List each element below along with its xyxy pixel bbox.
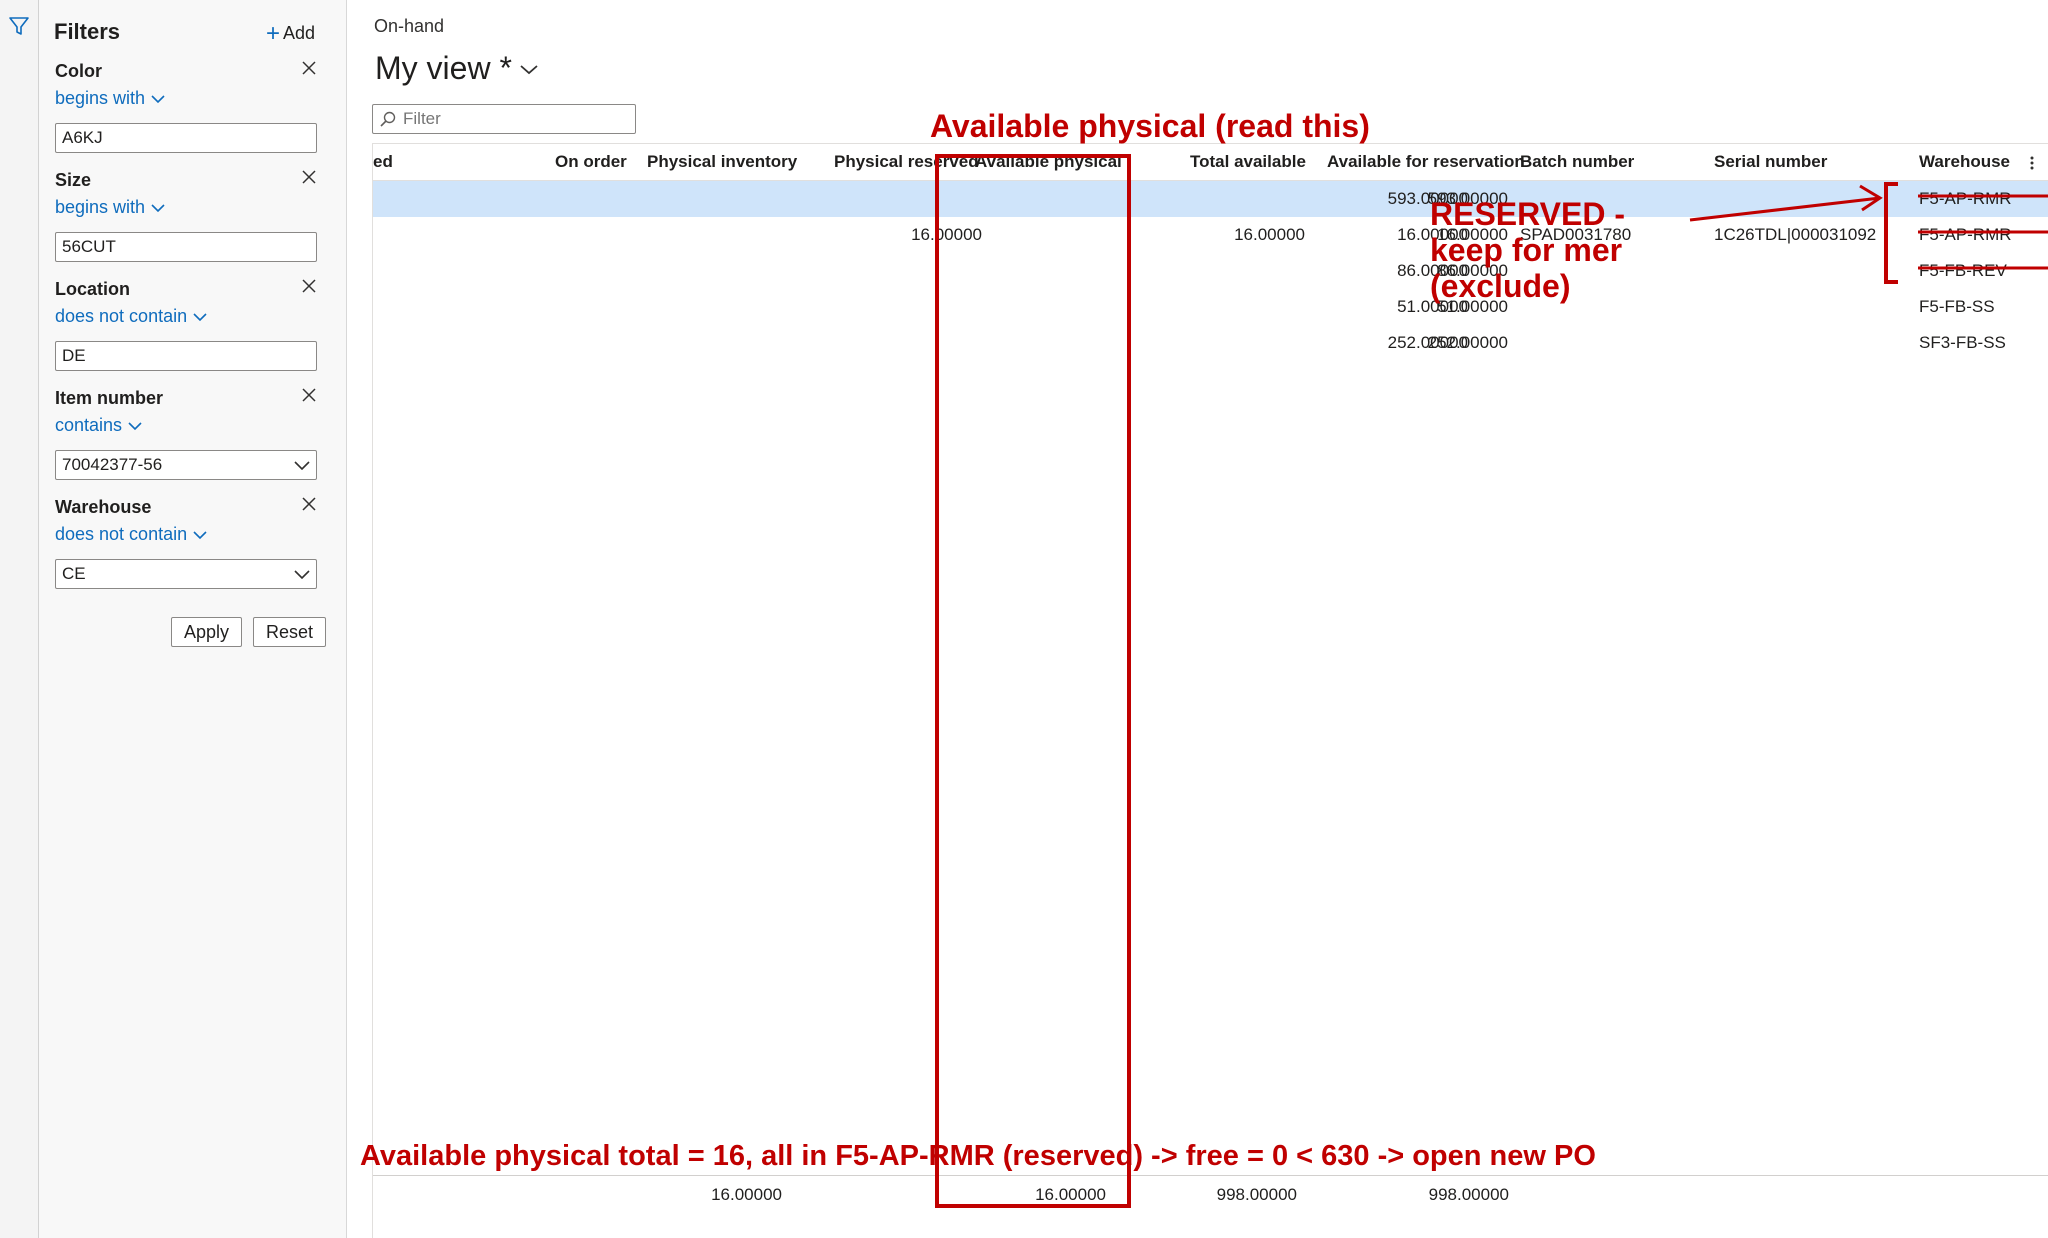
location-filter-input[interactable]: [55, 341, 317, 371]
annotation-bottom-note: Available physical total = 16, all in F5…: [360, 1140, 1596, 1172]
total-available-for-reservation: 998.00000: [1428, 1185, 1509, 1204]
size-filter-input[interactable]: [55, 232, 317, 262]
warehouse-filter-select[interactable]: CE: [55, 559, 317, 589]
table-row[interactable]: 51.00000 51.00000 F5-FB-SS: [373, 289, 2048, 325]
search-icon: [380, 111, 396, 127]
table-row[interactable]: 593.00000 593.00000 F5-AP-RMR: [373, 181, 2048, 217]
totals-divider: [373, 1175, 2048, 1176]
table-row[interactable]: 86.00000 86.00000 F5-FB-REV: [373, 253, 2048, 289]
cell-warehouse: F5-FB-SS: [1919, 297, 1995, 316]
filter-label-color: Color: [55, 61, 102, 81]
column-header-physical-inventory[interactable]: Physical inventory: [647, 152, 797, 172]
view-selector[interactable]: My view *: [375, 50, 538, 87]
page-title: My view *: [375, 50, 512, 86]
filter-label-size: Size: [55, 170, 92, 190]
filter-label-item-number: Item number: [55, 388, 164, 408]
close-icon[interactable]: [301, 387, 317, 403]
filter-operator-size[interactable]: begins with: [55, 197, 165, 218]
annotation-available-physical: Available physical (read this): [930, 108, 1370, 144]
column-header-available-physical[interactable]: Available physical: [975, 152, 1122, 172]
filter-label-warehouse: Warehouse: [55, 497, 152, 517]
chevron-down-icon: [294, 570, 310, 579]
cell-warehouse: F5-FB-REV: [1919, 261, 2007, 280]
annotation-reserved-line: (exclude): [1430, 268, 1571, 304]
chevron-down-icon: [294, 461, 310, 470]
chevron-down-icon: [193, 312, 207, 321]
chevron-down-icon: [151, 203, 165, 212]
total-total-available: 998.00000: [1216, 1185, 1297, 1204]
annotation-reserved-note: RESERVED - keep for mer (exclude): [1430, 196, 1625, 304]
cell-available-for-reservation: 252.00000: [1427, 333, 1508, 352]
chevron-down-icon: [193, 530, 207, 539]
close-icon[interactable]: [301, 60, 317, 76]
column-header-total-available[interactable]: Total available: [1190, 152, 1306, 172]
apply-button[interactable]: Apply: [171, 617, 243, 647]
filters-title: Filters: [54, 19, 121, 44]
filter-operator-label: begins with: [55, 197, 146, 217]
filter-operator-label: does not contain: [55, 524, 188, 544]
chevron-down-icon: [151, 94, 165, 103]
cell-serial-number: 1C26TDL|000031092: [1714, 225, 1877, 244]
chevron-down-icon: [520, 64, 538, 74]
filter-operator-location[interactable]: does not contain: [55, 306, 207, 327]
column-header-warehouse[interactable]: Warehouse: [1919, 152, 2010, 172]
annotation-reserved-line: RESERVED -: [1430, 196, 1626, 232]
plus-icon: +: [266, 20, 281, 47]
reset-button[interactable]: Reset: [253, 617, 327, 647]
add-filter-button[interactable]: + Add: [266, 20, 315, 48]
filter-operator-warehouse[interactable]: does not contain: [55, 524, 207, 545]
filter-operator-label: does not contain: [55, 306, 188, 326]
grid-filter-box[interactable]: [372, 104, 636, 134]
breadcrumb: On-hand: [374, 16, 445, 36]
filter-operator-color[interactable]: begins with: [55, 88, 165, 109]
table-row[interactable]: 252.00000 252.00000 SF3-FB-SS: [373, 325, 2048, 361]
color-filter-input[interactable]: [55, 123, 317, 153]
item-number-filter-value: 70042377-56: [62, 455, 163, 474]
item-number-filter-select[interactable]: 70042377-56: [55, 450, 317, 480]
on-hand-grid: ed On order Physical inventory Physical …: [373, 144, 2048, 1238]
warehouse-filter-value: CE: [62, 564, 86, 583]
filter-funnel-icon[interactable]: [6, 14, 32, 38]
chevron-down-icon: [128, 421, 142, 430]
total-available-physical: 16.00000: [1035, 1185, 1106, 1204]
filter-label-location: Location: [55, 279, 130, 299]
column-header-serial-number[interactable]: Serial number: [1714, 152, 1827, 172]
cell-physical-inventory: 16.00000: [911, 225, 982, 244]
filters-pane: Filters +Add Color begins with Size begi…: [39, 0, 347, 1238]
cell-warehouse: F5-AP-RMR: [1919, 189, 2012, 208]
annotation-reserved-line: keep for mer: [1430, 232, 1623, 268]
cell-warehouse: F5-AP-RMR: [1919, 225, 2012, 244]
grid-filter-input[interactable]: [401, 108, 625, 130]
filter-operator-label: begins with: [55, 88, 146, 108]
column-header-available-for-reservation[interactable]: Available for reservation: [1327, 152, 1525, 172]
column-header-batch-number[interactable]: Batch number: [1520, 152, 1634, 172]
filter-operator-label: contains: [55, 415, 123, 435]
column-header-partial[interactable]: ed: [373, 152, 393, 172]
cell-warehouse: SF3-FB-SS: [1919, 333, 2006, 352]
column-header-on-order[interactable]: On order: [555, 152, 627, 172]
add-filter-label: Add: [283, 23, 316, 43]
close-icon[interactable]: [301, 278, 317, 294]
total-physical-inventory: 16.00000: [711, 1185, 782, 1204]
close-icon[interactable]: [301, 169, 317, 185]
left-rail: [0, 0, 39, 1238]
table-row[interactable]: 16.00000 16.00000 16.00000 16.00000 SPAD…: [373, 217, 2048, 253]
close-icon[interactable]: [301, 496, 317, 512]
column-header-physical-reserved[interactable]: Physical reserved: [834, 152, 979, 172]
more-options-icon[interactable]: [2027, 154, 2037, 172]
filter-operator-item-number[interactable]: contains: [55, 415, 142, 436]
